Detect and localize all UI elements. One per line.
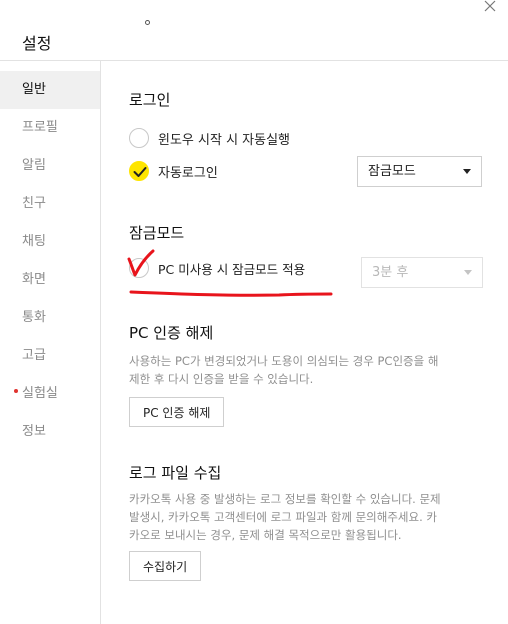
sidebar-item-label: 고급: [22, 348, 46, 363]
dropdown-arrow-icon: [464, 270, 472, 275]
sidebar-item-label: 화면: [22, 272, 46, 287]
sidebar-item-profile[interactable]: 프로필: [0, 109, 100, 147]
sidebar-item-label: 친구: [22, 196, 46, 211]
sidebar-item-label: 실험실: [22, 386, 58, 401]
sidebar-item-label: 통화: [22, 310, 46, 325]
pc-auth-section-title: PC 인증 해제: [129, 324, 214, 342]
auto-start-label: 윈도우 시작 시 자동실행: [158, 132, 290, 148]
lock-mode-option[interactable]: PC 미사용 시 잠금모드 적용: [129, 258, 305, 278]
window-title: 설정: [22, 34, 52, 53]
sidebar-divider: [100, 61, 101, 624]
annotation-underline: [129, 290, 333, 297]
close-button[interactable]: [482, 0, 498, 16]
sidebar-item-label: 정보: [22, 424, 46, 439]
pc-auth-reset-button[interactable]: PC 인증 해제: [129, 397, 225, 427]
sidebar-item-label: 채팅: [22, 234, 46, 249]
pc-auth-description: 사용하는 PC가 변경되었거나 도용이 의심되는 경우 PC인증을 해 제한 후…: [129, 352, 438, 388]
pc-auth-description-line: 제한 후 다시 인증을 받을 수 있습니다.: [129, 372, 314, 386]
auto-start-option[interactable]: 윈도우 시작 시 자동실행: [129, 128, 290, 148]
login-mode-value: 잠금모드: [368, 164, 416, 179]
header-divider: [0, 60, 508, 61]
sidebar-item-chat[interactable]: 채팅: [0, 223, 100, 261]
log-collect-description: 카카오톡 사용 중 발생하는 로그 정보를 확인할 수 있습니다. 문제 발생시…: [129, 490, 441, 544]
sidebar-item-label: 프로필: [22, 120, 58, 135]
sidebar-item-label: 일반: [22, 82, 46, 97]
close-icon: [484, 0, 496, 12]
sidebar: 일반 프로필 알림 친구 채팅 화면 통화 고급 실험실 정보: [0, 71, 100, 451]
sidebar-item-labs[interactable]: 실험실: [0, 375, 100, 413]
check-icon: [133, 167, 147, 177]
sidebar-item-label: 알림: [22, 158, 46, 173]
pc-auth-description-line: 사용하는 PC가 변경되었거나 도용이 의심되는 경우 PC인증을 해: [129, 354, 439, 368]
dropdown-arrow-icon: [463, 169, 471, 174]
auto-start-radio[interactable]: [129, 128, 149, 148]
sidebar-item-notifications[interactable]: 알림: [0, 147, 100, 185]
sidebar-item-display[interactable]: 화면: [0, 261, 100, 299]
sidebar-item-advanced[interactable]: 고급: [0, 337, 100, 375]
sidebar-item-info[interactable]: 정보: [0, 413, 100, 451]
log-collect-description-line: 카오로 보내시는 경우, 문제 해결 목적으로만 활용됩니다.: [129, 528, 402, 542]
login-section-title: 로그인: [129, 91, 171, 109]
lock-delay-select[interactable]: 3분 후: [361, 257, 483, 288]
auto-login-option[interactable]: 자동로그인: [129, 161, 218, 181]
lock-delay-value: 3분 후: [372, 265, 409, 280]
lock-mode-section-title: 잠금모드: [129, 224, 185, 242]
log-collect-description-line: 카카오톡 사용 중 발생하는 로그 정보를 확인할 수 있습니다. 문제: [129, 492, 441, 506]
lock-mode-radio[interactable]: [129, 258, 149, 278]
sidebar-item-friends[interactable]: 친구: [0, 185, 100, 223]
login-mode-select[interactable]: 잠금모드: [357, 156, 482, 187]
log-collect-button[interactable]: 수집하기: [129, 551, 202, 581]
sidebar-item-calls[interactable]: 통화: [0, 299, 100, 337]
log-collect-section-title: 로그 파일 수집: [129, 464, 222, 482]
new-badge-dot: [14, 389, 18, 393]
sidebar-item-general[interactable]: 일반: [0, 71, 100, 109]
lock-mode-label: PC 미사용 시 잠금모드 적용: [158, 261, 306, 277]
log-collect-description-line: 발생시, 카카오톡 고객센터에 로그 파일과 함께 문의해주세요. 카: [129, 510, 437, 524]
auto-login-radio[interactable]: [129, 161, 149, 181]
auto-login-label: 자동로그인: [158, 165, 218, 181]
decorative-dot: [145, 20, 150, 25]
